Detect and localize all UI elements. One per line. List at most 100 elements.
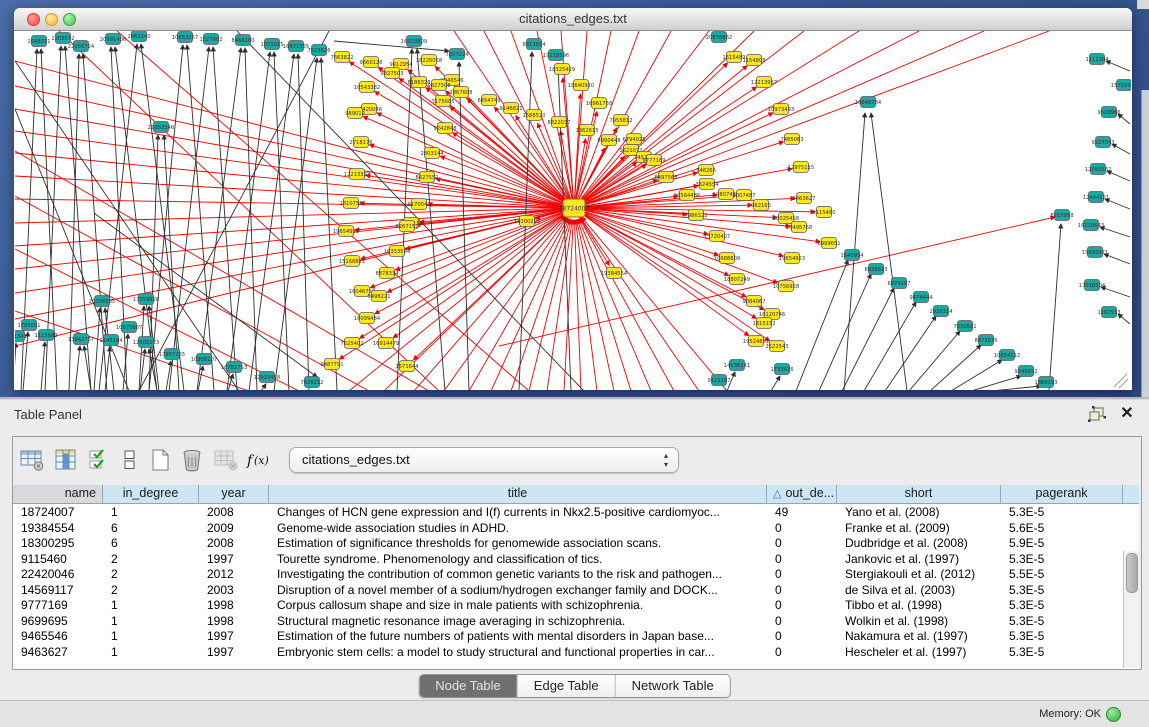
tab-node-table[interactable]: Node Table <box>419 675 517 697</box>
graph-node[interactable]: 8813054 <box>522 39 546 50</box>
graph-node[interactable]: 16961758 <box>586 98 612 109</box>
close-panel-icon[interactable]: ✕ <box>1117 405 1137 423</box>
graph-node[interactable]: 19218596 <box>543 50 569 61</box>
graph-node[interactable]: 21053346 <box>148 122 174 133</box>
column-header-year[interactable]: year <box>199 485 269 503</box>
citation-edge[interactable] <box>15 343 16 390</box>
graph-node[interactable]: 8878334 <box>375 268 399 279</box>
clear-selection-icon[interactable] <box>117 448 145 474</box>
citation-edge[interactable] <box>15 131 574 208</box>
citation-edge[interactable] <box>1112 144 1130 154</box>
citation-edge[interactable] <box>149 135 158 390</box>
graph-node[interactable]: 9121167 <box>707 375 730 386</box>
graph-node[interactable]: 10975887 <box>116 322 142 333</box>
table-row[interactable]: 946554611997Estimation of the future num… <box>13 628 1139 644</box>
graph-node[interactable]: 989012 <box>345 108 365 119</box>
graph-node[interactable]: 391341 <box>15 331 27 342</box>
network-window-titlebar[interactable]: citations_edges.txt <box>14 8 1132 31</box>
citation-edge[interactable] <box>414 208 574 360</box>
column-visibility-icon[interactable] <box>53 448 81 474</box>
graph-node[interactable]: 10654112 <box>994 350 1020 361</box>
citation-edge[interactable] <box>414 217 566 390</box>
graph-node[interactable]: 9227343 <box>1091 137 1114 148</box>
graph-node[interactable]: 10653257 <box>172 32 198 43</box>
graph-node[interactable]: 16210643 <box>1078 220 1104 231</box>
graph-node[interactable]: 1810755 <box>339 198 362 209</box>
graph-node[interactable]: 2718176 <box>349 137 372 148</box>
graph-node[interactable]: 16033809 <box>401 36 427 47</box>
graph-node[interactable]: 1785001 <box>17 320 40 331</box>
graph-node[interactable]: 7986322 <box>684 210 707 221</box>
graph-node[interactable]: 14136141 <box>724 360 750 371</box>
citation-edge[interactable] <box>1049 224 1061 390</box>
graph-node[interactable]: 9242848 <box>433 123 456 134</box>
graph-node[interactable]: 8454749 <box>477 95 500 106</box>
column-header-title[interactable]: title <box>269 485 767 503</box>
citation-edge[interactable] <box>94 308 100 390</box>
graph-node[interactable]: 9115460 <box>812 207 835 218</box>
table-row[interactable]: 977716911998Corpus callosum shape and si… <box>13 597 1139 613</box>
citation-edge[interactable] <box>41 342 45 390</box>
citation-edge[interactable] <box>1106 61 1130 71</box>
citation-edge[interactable] <box>864 302 916 390</box>
citation-edge[interactable] <box>84 346 91 390</box>
citation-edge[interactable] <box>991 386 1041 390</box>
graph-node[interactable]: 1733426 <box>770 364 793 375</box>
graph-node[interactable]: 8471676 <box>974 335 997 346</box>
scrollbar-thumb[interactable] <box>1126 553 1138 593</box>
citation-edge[interactable] <box>575 220 597 390</box>
graph-node[interactable]: 19654923 <box>779 253 805 264</box>
graph-node[interactable]: 9245652 <box>1014 366 1037 377</box>
citation-edge[interactable] <box>577 220 614 390</box>
graph-node[interactable]: 8938923 <box>864 264 887 275</box>
table-row[interactable]: 1830029562008Estimation of significance … <box>13 535 1139 551</box>
graph-node[interactable]: 6497568 <box>654 172 677 183</box>
graph-node[interactable]: 2049331 <box>27 36 50 47</box>
graph-node[interactable]: 6794028 <box>622 134 645 145</box>
graph-node[interactable]: 1640954 <box>840 250 864 261</box>
graph-node[interactable]: 2061240 <box>127 31 150 42</box>
graph-node[interactable]: 22055724 <box>68 41 95 52</box>
citation-edge[interactable] <box>15 151 429 390</box>
tab-edge-table[interactable]: Edge Table <box>517 675 615 697</box>
citation-edge[interactable] <box>1100 227 1130 237</box>
citation-edge[interactable] <box>771 376 780 390</box>
citation-edge[interactable] <box>249 54 294 390</box>
citation-edge[interactable] <box>334 41 449 51</box>
memory-ok-icon[interactable] <box>1106 707 1121 722</box>
table-row[interactable]: 946362711997Embryonic stem cells: a mode… <box>13 644 1139 660</box>
graph-node[interactable]: 20564486 <box>674 190 700 201</box>
citation-edge[interactable] <box>951 360 1002 390</box>
graph-node[interactable]: 7515526 <box>307 45 330 56</box>
graph-node[interactable]: 2205572 <box>51 33 74 44</box>
graph-node[interactable]: 15692971 <box>1082 247 1108 258</box>
table-row[interactable]: 1872400712008Changes of HCN gene express… <box>13 504 1139 520</box>
graph-node[interactable]: 12505123 <box>133 337 159 348</box>
float-window-icon[interactable] <box>1087 405 1107 423</box>
graph-node[interactable]: 10973493 <box>768 104 794 115</box>
graph-node[interactable]: 6879197 <box>887 278 910 289</box>
graph-node[interactable]: 9463627 <box>792 193 815 204</box>
graph-node[interactable]: 7663822 <box>330 52 353 63</box>
graph-node[interactable]: 13942757 <box>68 334 94 345</box>
citation-edge[interactable] <box>15 208 574 246</box>
function-builder-icon[interactable]: f(x) <box>245 448 273 474</box>
citation-edge[interactable] <box>574 220 581 390</box>
graph-node[interactable]: 1588520 <box>522 110 545 121</box>
table-row[interactable]: 911546021997Tourette syndrome. Phenomeno… <box>13 551 1139 567</box>
graph-node[interactable]: 12444121 <box>1083 192 1109 203</box>
graph-node[interactable]: 19654931 <box>333 226 359 237</box>
graph-node[interactable]: 6999651 <box>817 238 840 249</box>
tab-network-table[interactable]: Network Table <box>615 675 730 697</box>
citation-edge[interactable] <box>245 48 257 390</box>
citation-edge[interactable] <box>930 345 981 390</box>
delete-column-icon[interactable] <box>179 448 207 474</box>
graph-node[interactable]: 17016504 <box>1079 280 1106 291</box>
graph-node[interactable]: 15751074 <box>1111 80 1131 91</box>
graph-node[interactable]: 12213967 <box>751 77 777 88</box>
table-row[interactable]: 1938455462009Genome-wide association stu… <box>13 520 1139 536</box>
graph-node[interactable]: 9170043 <box>407 199 430 210</box>
graph-node[interactable]: 1154808 <box>742 55 765 66</box>
graph-node[interactable]: 7625402 <box>340 338 363 349</box>
graph-node[interactable]: 7626212 <box>300 377 323 388</box>
